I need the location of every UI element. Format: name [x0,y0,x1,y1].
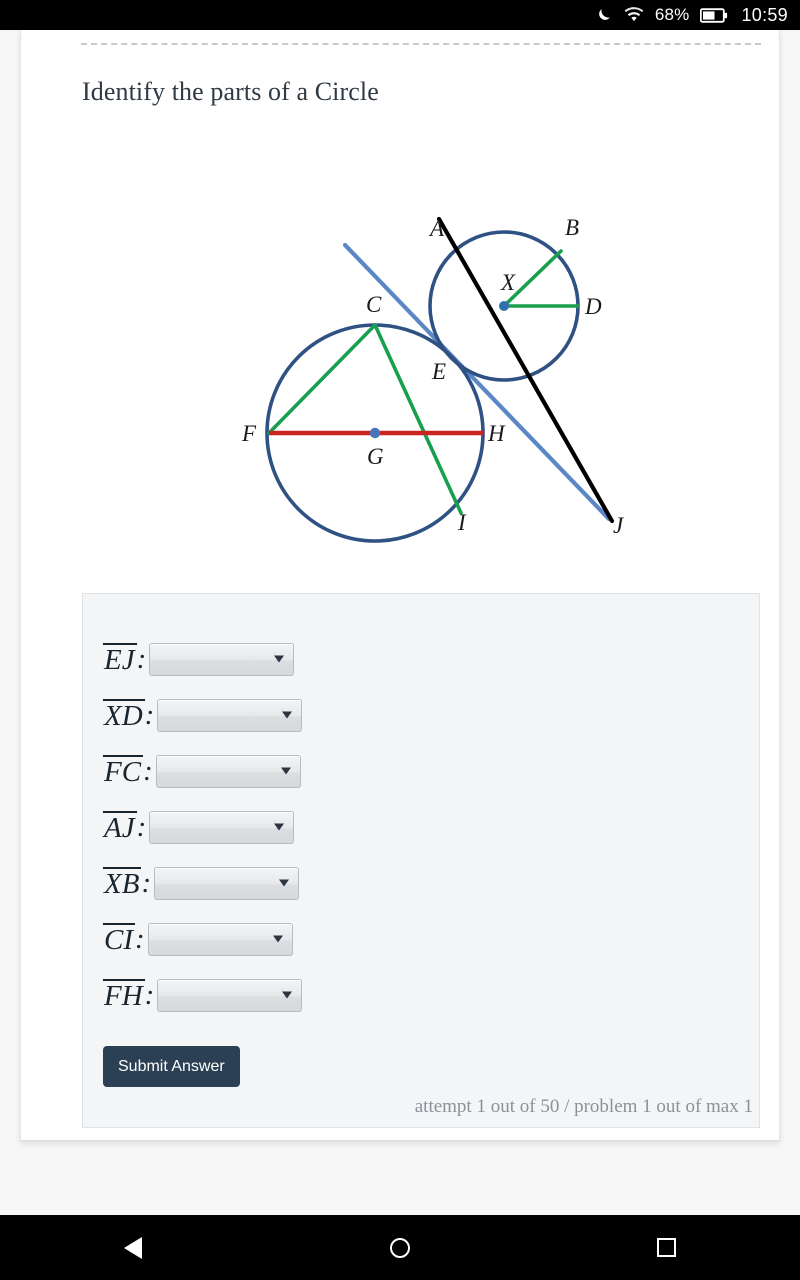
status-bar-clock: 10:59 [741,4,788,25]
dropdown-ej[interactable] [149,642,295,676]
home-circle-icon [389,1237,410,1258]
attempt-status-text: attempt 1 out of 50 / problem 1 out of m… [414,1096,753,1117]
battery-percent: 68% [654,5,690,24]
wifi-icon [624,6,644,24]
label-colon: : [144,698,155,731]
segment-label-ci: CI [103,923,135,956]
label-H: H [487,421,506,446]
chevron-down-icon [274,655,285,663]
label-I: I [457,510,467,535]
answer-row-xb: XB: [103,863,300,903]
android-status-bar: 68% 10:59 [0,0,800,30]
segment-label-aj: AJ [103,811,137,844]
segment-label-xd: XD [103,699,145,732]
back-triangle-icon [124,1236,143,1259]
dropdown-xb[interactable] [154,866,300,900]
circle-diagram: A B X D C E F G H I J [62,175,742,570]
label-colon: : [135,922,145,955]
label-X: X [500,270,516,295]
recents-square-icon [657,1238,677,1257]
submit-answer-button[interactable]: Submit Answer [103,1046,240,1087]
center-point-X [499,301,509,311]
label-colon: : [141,866,152,899]
center-point-G [369,427,381,439]
dropdown-fh[interactable] [157,978,303,1012]
dashed-divider [81,43,761,45]
crescent-moon-icon [594,6,613,25]
dropdown-xd[interactable] [157,698,303,732]
dropdown-aj[interactable] [149,810,295,844]
label-F: F [241,421,257,446]
dropdown-fc[interactable] [155,754,301,788]
chevron-down-icon [282,711,293,719]
nav-recents-button[interactable] [607,1215,727,1280]
chevron-down-icon [274,823,285,831]
answer-row-xd: XD: [103,695,303,735]
nav-home-button[interactable] [340,1215,460,1280]
segment-label-xb: XB [103,867,142,900]
chord-FC [267,323,377,435]
battery-icon [700,7,728,23]
segment-label-fc: FC [103,755,144,788]
label-B: B [565,215,579,240]
content-card: Identify the parts of a Circle A B X D C… [20,30,780,1141]
android-nav-bar [0,1215,800,1280]
label-colon: : [136,642,147,675]
label-colon: : [136,810,147,843]
answer-row-fh: FH: [103,975,303,1015]
answer-row-fc: FC: [103,751,301,791]
chevron-down-icon [282,991,293,999]
nav-back-button[interactable] [73,1215,193,1280]
label-colon: : [143,754,153,787]
segment-label-ej: EJ [103,643,137,676]
label-G: G [367,444,384,469]
answer-row-aj: AJ: [103,807,295,847]
chevron-down-icon [272,935,283,943]
answer-row-ci: CI: [103,919,293,959]
page-title: Identify the parts of a Circle [82,77,379,106]
chevron-down-icon [280,767,291,775]
dropdown-ci[interactable] [147,922,293,956]
chevron-down-icon [279,879,290,887]
label-A: A [428,216,445,241]
segment-label-fh: FH [103,979,145,1012]
answer-row-ej: EJ: [103,639,295,679]
label-J: J [613,513,625,538]
label-colon: : [144,978,155,1011]
label-C: C [366,292,382,317]
label-D: D [584,294,602,319]
label-E: E [431,359,446,384]
answer-panel: EJ: XD: FC: AJ: XB: CI: FH: Submit Answe… [82,593,760,1128]
